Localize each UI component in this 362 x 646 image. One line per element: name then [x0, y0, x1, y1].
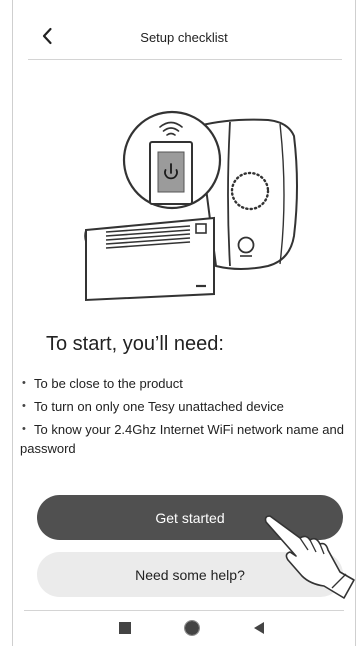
need-help-button[interactable]: Need some help?: [37, 552, 343, 597]
device-illustration: [84, 110, 298, 302]
requirement-item: • To be close to the product: [20, 374, 356, 393]
back-triangle-icon[interactable]: [252, 621, 266, 635]
heater-icon: [84, 216, 215, 302]
get-started-button[interactable]: Get started: [37, 495, 343, 540]
requirements-list: • To be close to the product • To turn o…: [20, 374, 356, 462]
navbar-divider: [24, 610, 344, 611]
requirement-item: • To know your 2.4Ghz Internet WiFi netw…: [20, 420, 356, 458]
recents-square-icon[interactable]: [119, 622, 131, 634]
bullet-icon: •: [22, 377, 26, 389]
requirement-item: • To turn on only one Tesy unattached de…: [20, 397, 356, 416]
requirement-text: To be close to the product: [34, 376, 183, 391]
requirement-text: To know your 2.4Ghz Internet WiFi networ…: [20, 422, 344, 456]
bullet-icon: •: [22, 400, 26, 412]
frame-left-edge: [12, 0, 13, 646]
requirement-text: To turn on only one Tesy unattached devi…: [34, 399, 284, 414]
requirements-headline: To start, you’ll need:: [46, 333, 224, 355]
app-header: Setup checklist: [24, 22, 344, 58]
system-navigation-bar: [24, 614, 344, 646]
magnifier-circle: [122, 110, 222, 210]
bullet-icon: •: [22, 423, 26, 435]
header-divider: [28, 59, 342, 60]
home-circle-icon[interactable]: [184, 620, 200, 636]
frame-right-edge: [355, 0, 356, 646]
page-title: Setup checklist: [140, 30, 228, 45]
